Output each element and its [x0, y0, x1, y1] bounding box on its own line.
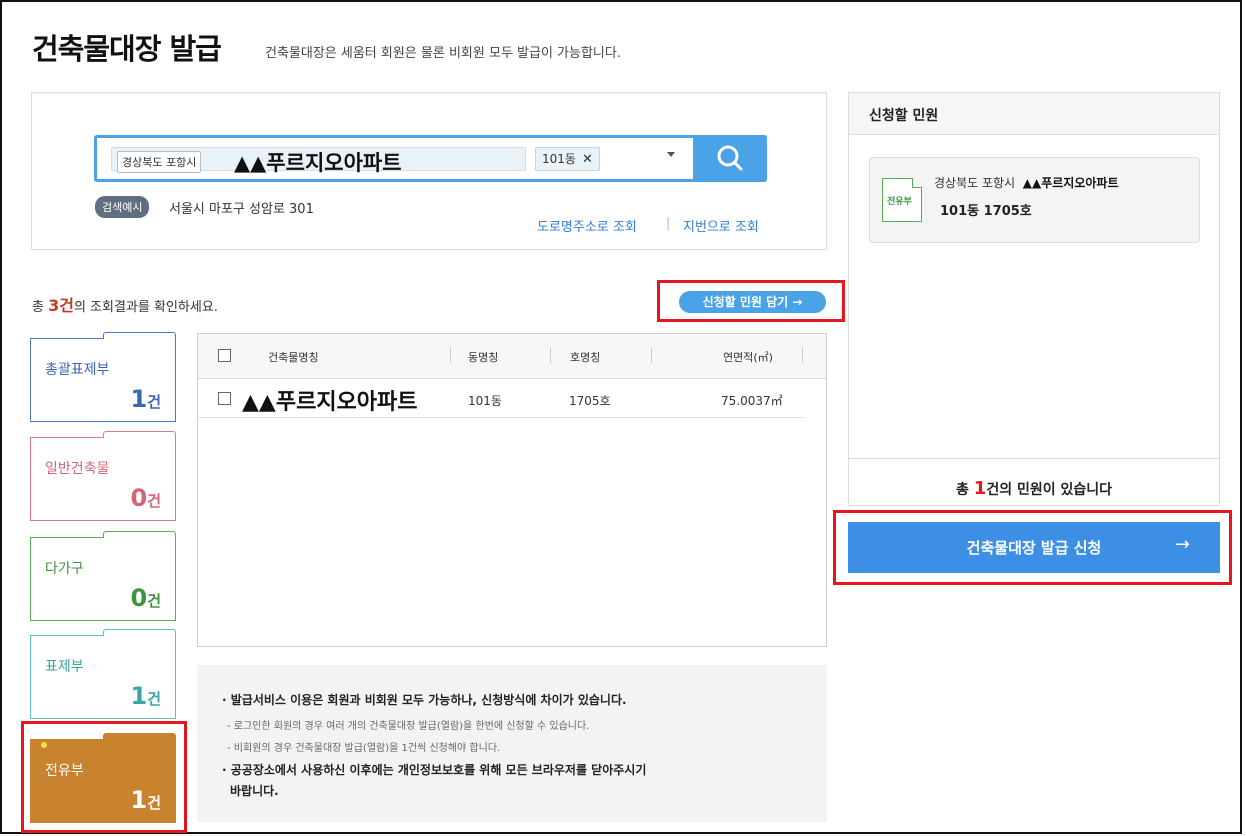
dong-chip[interactable]: 101동 ✕	[535, 147, 600, 171]
result-table: 건축물명칭 동명칭 호명칭 연면적(㎡) ▲▲푸르지오아파트 101동 1705…	[197, 333, 827, 647]
count-value: 1	[130, 682, 148, 710]
page-subtitle: 건축물대장은 세움터 회원은 물론 비회원 모두 발급이 가능합니다.	[265, 46, 621, 61]
total-count: 1	[973, 478, 987, 499]
card-tab	[103, 332, 176, 339]
request-card[interactable]: 전유부 경상북도 포항시 ▲▲푸르지오아파트 101동 1705호	[869, 157, 1200, 243]
column-header-ho: 호명칭	[570, 351, 601, 364]
example-text: 서울시 마포구 성암로 301	[169, 202, 314, 217]
apply-issue-button[interactable]: 건축물대장 발급 신청 →	[848, 522, 1220, 573]
add-button-highlight: 신청할 민원 담기 →	[657, 280, 845, 322]
count-unit: 건	[147, 690, 161, 708]
row-building-name: ▲▲푸르지오아파트	[242, 390, 418, 415]
column-header-dong: 동명칭	[468, 351, 499, 364]
header-divider	[450, 347, 451, 363]
card-tab	[103, 431, 176, 438]
chevron-down-icon[interactable]	[667, 152, 675, 157]
document-icon-label: 전유부	[887, 197, 912, 207]
count-value: 1	[130, 786, 148, 814]
result-count: 3건	[48, 296, 74, 315]
result-summary: 총 3건의 조회결과를 확인하세요.	[32, 292, 218, 316]
category-label: 다가구	[45, 561, 84, 577]
count-value: 0	[130, 484, 148, 512]
category-label: 일반건축물	[45, 461, 110, 477]
total-prefix: 총	[956, 482, 974, 498]
category-count: 0건	[130, 584, 161, 612]
selected-dot-icon	[41, 742, 47, 748]
category-count: 0건	[130, 484, 161, 512]
search-panel: 경상북도 포항시 ▲▲푸르지오아파트 101동 ✕ 검색예시 서울시 마포구 성암…	[31, 92, 827, 250]
card-tab	[103, 733, 176, 740]
request-address: 경상북도 포항시 ▲▲푸르지오아파트	[934, 174, 1119, 191]
total-suffix: 건의 민원이 있습니다	[986, 482, 1112, 498]
header-divider	[651, 347, 652, 363]
result-suffix: 의 조회결과를 확인하세요.	[73, 300, 218, 315]
category-card-summary-title[interactable]: 총괄표제부 1건	[30, 332, 176, 422]
window-frame: 건축물대장 발급 건축물대장은 세움터 회원은 물론 비회원 모두 발급이 가능…	[0, 0, 1242, 834]
example-badge: 검색예시	[95, 196, 150, 218]
notice-sub-line: - 비회원의 경우 건축물대장 발급(열람)을 1건씩 신청해야 합니다.	[227, 743, 501, 754]
card-tab	[103, 629, 176, 636]
divider	[849, 458, 1219, 459]
apply-button-highlight: 건축물대장 발급 신청 →	[833, 510, 1232, 585]
count-unit: 건	[147, 592, 161, 610]
row-area: 75.0037㎡	[721, 394, 783, 408]
row-ho: 1705호	[569, 394, 611, 408]
row-checkbox[interactable]	[218, 392, 231, 405]
request-total: 총 1건의 민원이 있습니다	[849, 478, 1219, 499]
category-count: 1건	[130, 682, 161, 710]
request-panel-title: 신청할 민원	[869, 108, 939, 124]
add-request-button[interactable]: 신청할 민원 담기 →	[679, 291, 826, 313]
category-label: 총괄표제부	[45, 362, 110, 378]
row-dong: 101동	[468, 394, 502, 408]
table-header: 건축물명칭 동명칭 호명칭 연면적(㎡)	[198, 334, 826, 379]
count-value: 1	[130, 385, 148, 413]
count-unit: 건	[147, 492, 161, 510]
document-icon: 전유부	[882, 178, 922, 222]
notice-line: · 발급서비스 이용은 회원과 비회원 모두 가능하나, 신청방식에 차이가 있…	[222, 693, 627, 707]
count-unit: 건	[147, 794, 161, 812]
arrow-right-icon: →	[1174, 534, 1190, 555]
category-card-exclusive-unit[interactable]: 전유부 1건	[30, 733, 176, 823]
notice-line: · 공공장소에서 사용하신 이후에는 개인정보보호를 위해 모든 브라우저를 닫…	[222, 763, 647, 777]
region-tag: 경상북도 포항시	[117, 151, 202, 173]
select-all-checkbox[interactable]	[218, 349, 231, 362]
count-unit: 건	[147, 393, 161, 411]
address-chip[interactable]: 경상북도 포항시 ▲▲푸르지오아파트	[111, 147, 526, 175]
request-panel: 신청할 민원 전유부 경상북도 포항시 ▲▲푸르지오아파트 101동 1705호…	[848, 92, 1220, 506]
category-card-general-building[interactable]: 일반건축물 0건	[30, 431, 176, 521]
notice-sub-line: - 로그인한 회원의 경우 여러 개의 건축물대장 발급(열람)을 한번에 신청…	[227, 721, 590, 732]
category-label: 전유부	[45, 763, 84, 779]
page-title: 건축물대장 발급	[32, 32, 222, 66]
category-label: 표제부	[45, 659, 84, 675]
header-divider	[802, 347, 803, 363]
column-header-area: 연면적(㎡)	[723, 351, 773, 364]
dong-chip-label: 101동	[542, 152, 576, 166]
category-count: 1건	[130, 385, 161, 413]
column-header-building-name: 건축물명칭	[268, 351, 319, 364]
table-row[interactable]: ▲▲푸르지오아파트 101동 1705호 75.0037㎡	[198, 380, 804, 418]
search-button[interactable]	[693, 135, 767, 182]
category-card-multi-household[interactable]: 다가구 0건	[30, 531, 176, 621]
request-region: 경상북도 포항시	[934, 176, 1016, 190]
request-building: ▲▲푸르지오아파트	[1022, 176, 1119, 190]
result-prefix: 총	[32, 300, 49, 315]
search-icon	[717, 145, 743, 171]
category-count: 1건	[130, 786, 161, 814]
link-separator: |	[666, 216, 671, 231]
notice-box: · 발급서비스 이용은 회원과 비회원 모두 가능하나, 신청방식에 차이가 있…	[197, 665, 827, 822]
road-address-link[interactable]: 도로명주소로 조회	[537, 216, 637, 235]
header-divider	[550, 347, 551, 363]
category-card-title-section[interactable]: 표제부 1건	[30, 629, 176, 719]
notice-line-cont: 바랍니다.	[230, 784, 279, 798]
lot-number-link[interactable]: 지번으로 조회	[683, 216, 759, 235]
search-bar[interactable]: 경상북도 포항시 ▲▲푸르지오아파트 101동 ✕	[94, 135, 767, 182]
building-name-text: ▲▲푸르지오아파트	[234, 151, 402, 175]
apply-button-label: 건축물대장 발급 신청	[966, 539, 1102, 557]
close-icon[interactable]: ✕	[582, 152, 593, 167]
request-unit: 101동 1705호	[940, 204, 1032, 219]
count-value: 0	[130, 584, 148, 612]
request-panel-header: 신청할 민원	[849, 93, 1219, 135]
document-fold	[912, 178, 922, 188]
card-tab	[103, 531, 176, 538]
